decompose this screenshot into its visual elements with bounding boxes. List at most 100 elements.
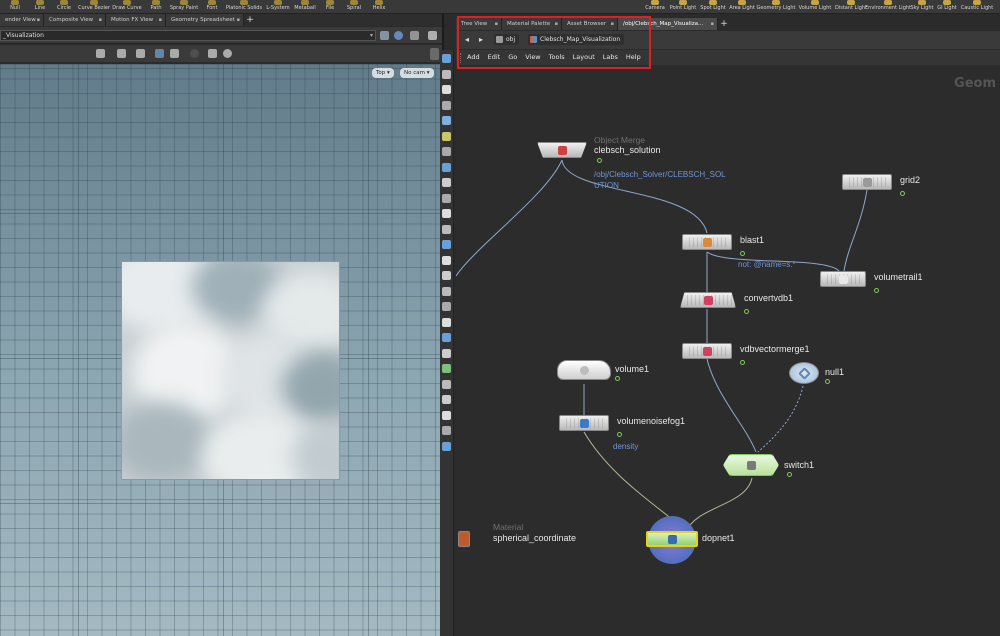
tool-icon[interactable] <box>442 178 451 187</box>
shelf-tool-metaball[interactable]: Metaball <box>291 0 319 14</box>
tab-render-view[interactable]: ender View ▪ <box>0 14 44 26</box>
shelf-tool-circle[interactable]: Circle <box>50 0 78 14</box>
menu-tools[interactable]: Tools <box>549 50 565 65</box>
forward-arrow-icon[interactable]: ▸ <box>476 35 486 45</box>
maximize-icon[interactable] <box>428 31 437 40</box>
node-volumenoisefog1[interactable] <box>559 415 609 431</box>
node-object-merge[interactable] <box>537 142 587 158</box>
close-icon[interactable]: ▪ <box>159 14 162 26</box>
tab-network-path[interactable]: /obj/Clebsch_Map_Visualiza... ▪ <box>618 18 718 30</box>
shelf-tool-area-light[interactable]: Area Light <box>726 0 758 14</box>
tool-icon[interactable] <box>442 162 451 172</box>
tool-icon[interactable] <box>442 348 451 358</box>
light-icon[interactable] <box>136 49 145 58</box>
tab-asset-browser[interactable]: Asset Browser ▪ <box>562 18 618 30</box>
tool-icon[interactable] <box>442 209 451 218</box>
node-material[interactable] <box>458 531 470 547</box>
pin-icon[interactable] <box>380 31 389 40</box>
tool-icon[interactable] <box>442 286 451 296</box>
shelf-tool-font[interactable]: Font <box>198 0 226 14</box>
menu-layout[interactable]: Layout <box>573 50 595 65</box>
shelf-tool-curve-bezier[interactable]: Curve Bezier <box>78 0 110 14</box>
tool-icon[interactable] <box>442 410 451 420</box>
menu-go[interactable]: Go <box>508 50 517 65</box>
tool-icon[interactable] <box>442 426 451 435</box>
shelf-tool-platonic-solids[interactable]: Platonic Solids <box>226 0 262 14</box>
node-blast1[interactable] <box>682 234 732 250</box>
tool-icon[interactable] <box>442 224 451 234</box>
shelf-tool-l-system[interactable]: L-System <box>264 0 292 14</box>
menu-labs[interactable]: Labs <box>603 50 618 65</box>
close-icon[interactable]: ▪ <box>711 18 714 30</box>
add-tab-button[interactable]: + <box>718 18 730 30</box>
shelf-tool-gi-light[interactable]: GI Light <box>931 0 963 14</box>
close-icon[interactable]: ▪ <box>555 18 558 30</box>
tool-icon[interactable] <box>442 364 451 373</box>
tool-icon[interactable] <box>442 379 451 389</box>
display-flag-icon[interactable] <box>900 191 905 196</box>
tab-motion-fx-view[interactable]: Motion FX View ▪ <box>106 14 166 26</box>
camera-icon[interactable] <box>223 49 232 58</box>
scene-path-field[interactable]: _Visualization ▾ <box>0 30 376 41</box>
close-icon[interactable]: ▪ <box>237 14 240 26</box>
display-flag-icon[interactable] <box>615 376 620 381</box>
shading-icon[interactable] <box>170 49 179 58</box>
tool-icon[interactable] <box>442 271 451 280</box>
node-convertvdb1[interactable] <box>680 292 736 308</box>
shelf-tool-volume-light[interactable]: Volume Light <box>799 0 831 14</box>
add-tab-button[interactable]: + <box>244 14 256 26</box>
tool-icon[interactable] <box>442 333 451 342</box>
shelf-tool-helix[interactable]: Helix <box>365 0 393 14</box>
shelf-tool-spot-light[interactable]: Spot Light <box>697 0 729 14</box>
light-icon[interactable] <box>96 49 105 58</box>
tab-tree-view[interactable]: Tree View ▪ <box>456 18 502 30</box>
shelf-tool-spiral[interactable]: Spiral <box>340 0 368 14</box>
tool-icon[interactable] <box>442 441 451 451</box>
node-switch1[interactable] <box>723 454 779 476</box>
close-icon[interactable]: ▪ <box>495 18 498 30</box>
tool-icon[interactable] <box>442 85 451 94</box>
tool-icon[interactable] <box>442 100 451 110</box>
tab-geometry-spreadsheet[interactable]: Geometry Spreadsheet ▪ <box>166 14 244 26</box>
light-icon[interactable] <box>117 49 126 58</box>
node-null1[interactable] <box>789 362 819 384</box>
tool-icon[interactable] <box>442 240 451 249</box>
tool-icon[interactable] <box>442 131 451 141</box>
menu-add[interactable]: Add <box>467 50 480 65</box>
node-dopnet1[interactable] <box>646 531 698 547</box>
settings-icon[interactable] <box>410 31 419 40</box>
tool-icon[interactable] <box>442 193 451 203</box>
view-menu-button[interactable]: Top ▾ <box>372 68 394 78</box>
tool-icon[interactable] <box>442 54 451 63</box>
close-icon[interactable]: ▪ <box>99 14 102 26</box>
close-icon[interactable]: ▪ <box>611 18 614 30</box>
path-segment-current[interactable]: Clebsch_Map_Visualization <box>528 34 625 45</box>
node-grid2[interactable] <box>842 174 892 190</box>
shelf-tool-distant-light[interactable]: Distant Light <box>835 0 867 14</box>
node-volumetrail1[interactable] <box>820 271 866 287</box>
menu-view[interactable]: View <box>525 50 540 65</box>
options-icon[interactable] <box>430 48 439 60</box>
tool-icon[interactable] <box>442 147 451 156</box>
record-icon[interactable] <box>190 49 199 58</box>
shelf-tool-caustic-light[interactable]: Caustic Light <box>961 0 993 14</box>
chevron-down-icon[interactable]: ▾ <box>370 31 373 41</box>
tab-composite-view[interactable]: Composite View ▪ <box>44 14 106 26</box>
menu-edit[interactable]: Edit <box>488 50 501 65</box>
shelf-tool-draw-curve[interactable]: Draw Curve <box>112 0 142 14</box>
tool-icon[interactable] <box>442 395 451 404</box>
tab-material-palette[interactable]: Material Palette ▪ <box>502 18 562 30</box>
display-flag-icon[interactable] <box>740 360 745 365</box>
path-segment-obj[interactable]: obj <box>494 34 520 45</box>
menu-help[interactable]: Help <box>626 50 641 65</box>
tool-icon[interactable] <box>442 116 451 125</box>
camera-menu-button[interactable]: No cam ▾ <box>400 68 434 78</box>
shelf-tool-environment-light[interactable]: Environment Light <box>865 0 911 14</box>
shelf-tool-path[interactable]: Path <box>142 0 170 14</box>
shelf-tool-null[interactable]: Null <box>1 0 29 14</box>
tool-icon[interactable] <box>442 302 451 311</box>
shelf-tool-geometry-light[interactable]: Geometry Light <box>757 0 796 14</box>
tool-icon[interactable] <box>442 317 451 327</box>
globe-icon[interactable] <box>394 31 403 40</box>
back-arrow-icon[interactable]: ◂ <box>462 35 472 45</box>
